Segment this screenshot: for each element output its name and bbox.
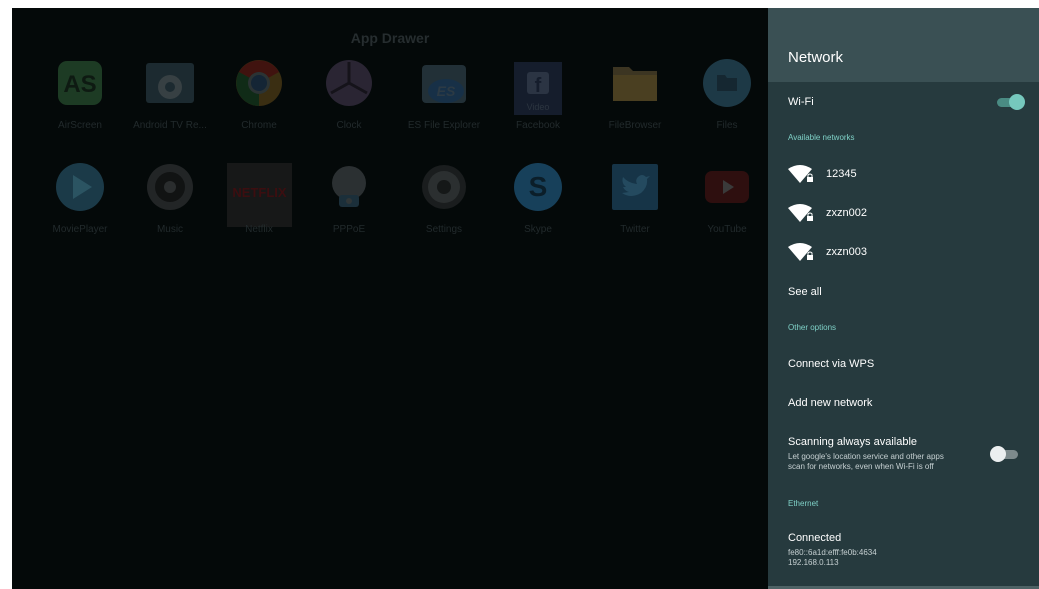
ethernet-heading: Ethernet — [788, 499, 819, 508]
svg-text:f: f — [535, 75, 542, 97]
chrome-icon — [236, 60, 282, 106]
app-chrome[interactable]: Chrome — [214, 59, 304, 149]
scanning-row[interactable]: Scanning always available Let google's l… — [768, 435, 1039, 479]
app-label: Clock — [336, 120, 362, 131]
app-netflix[interactable]: NETFLIX Netflix — [214, 163, 304, 253]
app-label: Android TV Re... — [133, 120, 207, 131]
scanning-title: Scanning always available — [788, 436, 918, 448]
app-movieplayer[interactable]: MoviePlayer — [35, 163, 125, 253]
android-tv-remote-icon — [146, 63, 194, 103]
folder-icon — [613, 67, 657, 101]
app-label: PPPoE — [332, 224, 366, 235]
twitter-icon — [612, 164, 658, 210]
svg-text:AS: AS — [63, 71, 96, 98]
app-label: Netflix — [245, 224, 273, 235]
app-skype[interactable]: S Skype — [493, 163, 583, 253]
airscreen-icon: AS — [58, 61, 102, 105]
netflix-icon: NETFLIX — [227, 163, 292, 227]
scanning-toggle[interactable] — [990, 446, 1020, 462]
wifi-locked-icon — [788, 243, 813, 261]
tv-screen: App Drawer AS AirScreen Android TV Re... — [12, 8, 1039, 589]
app-label: AirScreen — [58, 120, 102, 131]
wifi-label: Wi-Fi — [788, 96, 814, 108]
app-label: Files — [716, 120, 738, 131]
app-es-file-explorer[interactable]: ES ES File Explorer — [399, 59, 489, 149]
app-files[interactable]: Files — [682, 59, 772, 149]
toggle-knob — [990, 446, 1006, 462]
app-label: Chrome — [241, 120, 277, 131]
speaker-icon — [147, 164, 193, 210]
ethernet-status-row[interactable]: Connected fe80::6a1d:efff:fe0b:4634 192.… — [768, 532, 1039, 576]
network-name: zxzn003 — [826, 246, 867, 258]
app-clock[interactable]: Clock — [304, 59, 394, 149]
app-label: Skype — [524, 224, 552, 235]
app-label: Facebook — [516, 120, 560, 131]
available-networks-heading: Available networks — [788, 133, 855, 142]
app-music[interactable]: Music — [125, 163, 215, 253]
wifi-locked-icon — [788, 165, 813, 183]
app-pppoe[interactable]: PPPoE — [304, 163, 394, 253]
panel-header: Network — [768, 8, 1039, 82]
app-drawer: App Drawer AS AirScreen Android TV Re... — [12, 8, 768, 589]
app-airscreen[interactable]: AS AirScreen — [35, 59, 125, 149]
app-twitter[interactable]: Twitter — [590, 163, 680, 253]
scanning-description-line1: Let google's location service and other … — [788, 452, 944, 461]
scanning-description-line2: scan for networks, even when Wi-Fi is of… — [788, 462, 934, 471]
wifi-toggle[interactable] — [995, 94, 1025, 110]
ethernet-ipv6: fe80::6a1d:efff:fe0b:4634 — [788, 548, 877, 557]
svg-text:S: S — [529, 171, 548, 202]
wifi-locked-icon — [788, 204, 813, 222]
clock-icon — [326, 60, 372, 106]
skype-icon: S — [514, 163, 562, 211]
connect-wps-button[interactable]: Connect via WPS — [788, 358, 874, 370]
gear-icon — [422, 165, 466, 209]
es-file-explorer-icon: ES — [422, 65, 466, 103]
play-icon — [56, 163, 104, 211]
network-item[interactable]: zxzn002 — [768, 200, 1039, 226]
netflix-wordmark: NETFLIX — [232, 185, 287, 200]
files-icon — [703, 59, 751, 107]
drawer-title: App Drawer — [350, 30, 430, 46]
facebook-tile-caption: Video — [526, 102, 550, 112]
network-item[interactable]: 12345 — [768, 161, 1039, 187]
app-facebook[interactable]: f Video Facebook — [493, 59, 583, 149]
network-name: zxzn002 — [826, 207, 867, 219]
youtube-icon — [705, 171, 749, 203]
ethernet-status: Connected — [788, 532, 842, 544]
app-filebrowser[interactable]: FileBrowser — [590, 59, 680, 149]
svg-text:ES: ES — [437, 83, 456, 99]
panel-title: Network — [788, 49, 844, 66]
app-youtube[interactable]: YouTube — [682, 163, 772, 253]
app-label: ES File Explorer — [407, 120, 481, 131]
app-label: MoviePlayer — [52, 224, 108, 235]
add-network-button[interactable]: Add new network — [788, 397, 872, 409]
ethernet-ipv4: 192.168.0.113 — [788, 558, 839, 567]
network-panel: Network Wi-Fi Available networks 12345 z… — [768, 8, 1039, 589]
app-label: FileBrowser — [608, 120, 662, 131]
see-all-button[interactable]: See all — [788, 286, 822, 298]
app-label: Twitter — [620, 224, 650, 235]
app-label: Settings — [425, 224, 463, 235]
toggle-knob — [1009, 94, 1025, 110]
other-options-heading: Other options — [788, 323, 837, 332]
app-label: YouTube — [707, 224, 747, 235]
app-label: Music — [156, 224, 184, 235]
network-item[interactable]: zxzn003 — [768, 239, 1039, 265]
network-name: 12345 — [826, 168, 857, 180]
pppoe-globe-icon — [332, 166, 366, 207]
app-settings[interactable]: Settings — [399, 163, 489, 253]
app-android-tv-remote[interactable]: Android TV Re... — [125, 59, 215, 149]
